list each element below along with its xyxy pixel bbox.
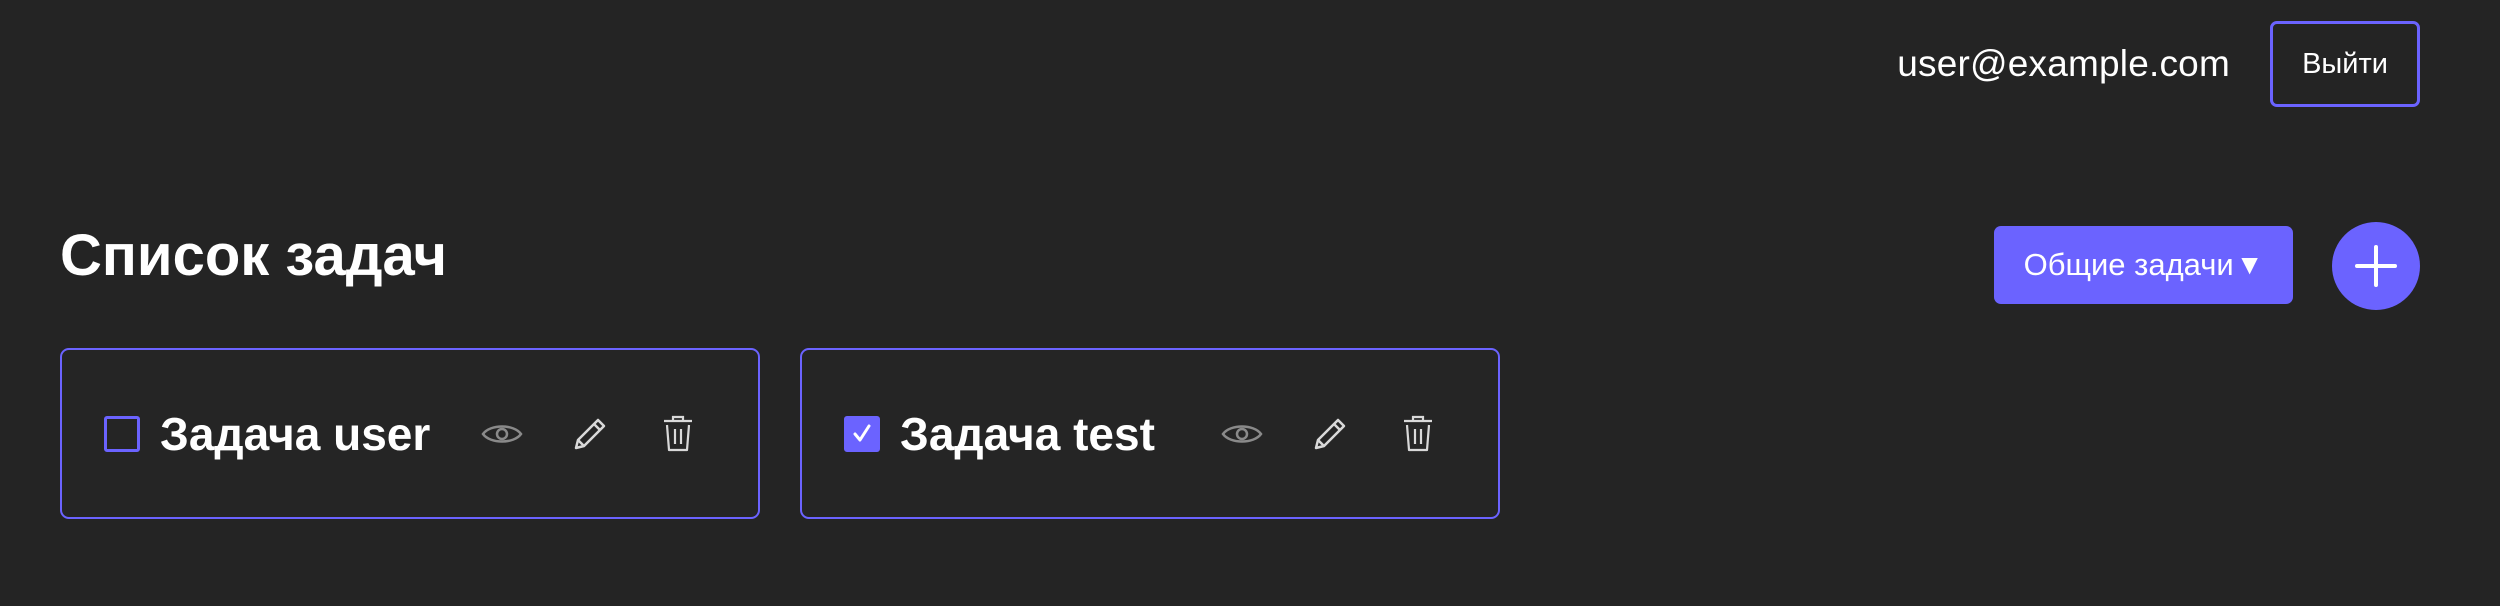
logout-button[interactable]: Выйти: [2270, 21, 2420, 107]
plus-icon: [2355, 245, 2397, 287]
task-title: Задача user: [160, 407, 431, 460]
add-task-button[interactable]: [2332, 222, 2420, 310]
task-filter-select[interactable]: Общие задачи ▼: [1994, 226, 2293, 304]
view-task-button[interactable]: [1218, 410, 1266, 458]
task-title: Задача test: [900, 407, 1155, 460]
delete-task-button[interactable]: [1394, 410, 1442, 458]
task-card: Задача user: [60, 348, 760, 519]
caret-down-icon: ▼: [2235, 249, 2264, 280]
task-actions: [1218, 350, 1442, 517]
pencil-icon: [574, 418, 606, 449]
trash-icon: [1404, 415, 1432, 451]
task-card: Задача test: [800, 348, 1500, 519]
filter-selected-label: Общие задачи: [2023, 247, 2234, 282]
view-task-button[interactable]: [478, 410, 526, 458]
eye-icon: [1221, 424, 1263, 443]
task-checkbox[interactable]: [844, 415, 880, 452]
task-checkbox[interactable]: [104, 415, 140, 452]
edit-task-button[interactable]: [1306, 410, 1354, 458]
edit-task-button[interactable]: [566, 410, 614, 458]
checkmark-icon: [853, 424, 871, 441]
trash-icon: [664, 415, 692, 451]
delete-task-button[interactable]: [654, 410, 702, 458]
header: user@example.com Выйти: [1897, 21, 2420, 107]
page-title: Список задач: [60, 223, 448, 288]
user-email: user@example.com: [1897, 43, 2230, 84]
task-actions: [478, 350, 702, 517]
eye-icon: [481, 424, 523, 443]
pencil-icon: [1314, 418, 1346, 449]
